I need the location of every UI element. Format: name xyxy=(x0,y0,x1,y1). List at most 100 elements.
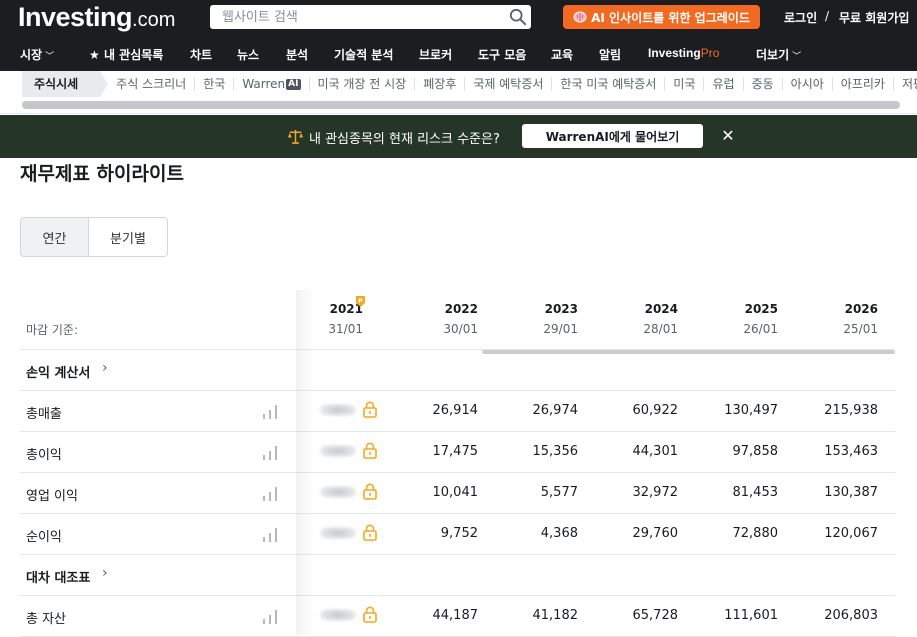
year-label: 2022 xyxy=(444,302,478,316)
nav-analysis[interactable]: 분석 xyxy=(286,46,308,63)
year-label: 2024 xyxy=(644,302,678,316)
nav-more-label: 더보기 xyxy=(756,48,790,62)
locked-value-blur xyxy=(320,404,356,416)
subtab-africa[interactable]: 아프리카 xyxy=(833,77,894,91)
chevron-down-icon: ﹀ xyxy=(45,52,55,62)
search-box xyxy=(210,5,531,29)
nav-technical[interactable]: 기술적 분석 xyxy=(334,46,393,63)
subtab-screener[interactable]: 주식 스크리너 xyxy=(100,77,196,91)
date-label: 25/01 xyxy=(843,322,878,336)
nav-more[interactable]: 더보기 ﹀ xyxy=(756,46,801,63)
cell-value: 44,187 xyxy=(432,608,479,623)
subtab-afterhours[interactable]: 폐장후 xyxy=(415,77,466,91)
subtab-stocks[interactable]: 주식시세 xyxy=(22,71,109,97)
ai-upgrade-button[interactable]: AI 인사이트를 위한 업그레이드 xyxy=(563,5,760,29)
row-label: 총 자산 xyxy=(26,612,67,627)
login-link[interactable]: 로그인 xyxy=(784,9,817,26)
ai-badge: AI xyxy=(286,78,301,90)
search-input[interactable] xyxy=(210,5,490,29)
nav-charts[interactable]: 차트 xyxy=(190,46,212,63)
subtab-warren[interactable]: Warren AI xyxy=(234,77,310,91)
scale-icon xyxy=(287,129,304,144)
table-row: 총매출 26,914 26,974 60,922 130,497 215,938 xyxy=(20,391,895,432)
sub-nav-scrollbar[interactable] xyxy=(22,101,900,109)
subtab-middle-east[interactable]: 중동 xyxy=(744,77,783,91)
cell-value: 65,728 xyxy=(632,608,679,623)
table-row: 영업 이익 10,041 5,577 32,972 81,453 130,387 xyxy=(20,473,895,514)
date-label: 29/01 xyxy=(543,322,578,336)
scrollbar-thumb[interactable] xyxy=(22,101,900,109)
chevron-right-icon: › xyxy=(102,565,108,581)
nav-markets-label: 시장 xyxy=(20,48,43,62)
nav-markets[interactable]: 시장 ﹀ xyxy=(20,46,54,63)
subtab-undervalued[interactable]: 저평가 xyxy=(894,77,917,91)
subtab-asia[interactable]: 아시아 xyxy=(783,77,833,91)
pro-icon[interactable]: P xyxy=(355,295,366,308)
cell-value: 153,463 xyxy=(824,444,878,459)
nav-news[interactable]: 뉴스 xyxy=(237,46,259,63)
locked-value-blur xyxy=(320,445,356,457)
sub-nav: 주식시세 주식 스크리너 한국 Warren AI 미국 개장 전 시장 폐장후 … xyxy=(0,71,917,114)
nav-education[interactable]: 교육 xyxy=(551,46,573,63)
cell-value: 130,497 xyxy=(724,403,778,418)
lock-icon[interactable] xyxy=(362,401,378,418)
lock-icon[interactable] xyxy=(362,606,378,623)
cell-value: 5,577 xyxy=(540,485,578,500)
cell-value: 111,601 xyxy=(724,608,778,623)
section-income-statement[interactable]: 손익 계산서 › xyxy=(20,350,895,391)
brain-icon xyxy=(573,11,587,23)
svg-text:P: P xyxy=(358,297,363,305)
quarterly-tab[interactable]: 분기별 xyxy=(89,218,167,256)
subtab-korea[interactable]: 한국 xyxy=(195,77,235,91)
subtab-kr-us-dr[interactable]: 한국 미국 예탁증서 xyxy=(552,77,666,91)
financials-table: 마감 기준: 2021 P 31/01 2022 30/01 2023 29/0… xyxy=(20,290,895,637)
nav-brokers[interactable]: 브로커 xyxy=(419,46,452,63)
cell-value: 15,356 xyxy=(532,444,579,459)
subtab-us[interactable]: 미국 xyxy=(665,77,705,91)
date-label: 31/01 xyxy=(328,322,363,336)
sub-nav-tabs: 주식시세 주식 스크리너 한국 Warren AI 미국 개장 전 시장 폐장후 … xyxy=(22,71,917,97)
cell-value: 44,301 xyxy=(632,444,679,459)
row-label: 총이익 xyxy=(26,448,62,463)
bar-chart-icon[interactable] xyxy=(262,486,278,501)
nav-alerts[interactable]: 알림 xyxy=(599,46,621,63)
cell-value: 130,387 xyxy=(824,485,878,500)
upgrade-label: AI 인사이트를 위한 업그레이드 xyxy=(591,10,750,25)
row-label: 총매출 xyxy=(26,407,62,422)
cell-value: 97,858 xyxy=(732,444,779,459)
main-nav: 시장 ﹀ ★ 내 관심목록 차트 뉴스 분석 기술적 분석 브로커 도구 모음 교… xyxy=(0,40,917,70)
lock-icon[interactable] xyxy=(362,442,378,459)
investing-logo[interactable]: Investing.com xyxy=(18,2,175,34)
date-label: 26/01 xyxy=(743,322,778,336)
risk-banner: 내 관심종목의 현재 리스크 수준은? WarrenAI에게 물어보기 ✕ xyxy=(0,115,917,158)
bar-chart-icon[interactable] xyxy=(262,527,278,542)
cell-value: 81,453 xyxy=(732,485,779,500)
signup-link[interactable]: 무료 회원가입 xyxy=(839,9,909,26)
annual-tab[interactable]: 연간 xyxy=(21,218,89,256)
nav-investingpro[interactable]: InvestingPro xyxy=(648,46,719,60)
close-icon[interactable]: ✕ xyxy=(720,126,736,146)
lock-icon[interactable] xyxy=(362,524,378,541)
bar-chart-icon[interactable] xyxy=(262,609,278,624)
lock-icon[interactable] xyxy=(362,483,378,500)
nav-tools[interactable]: 도구 모음 xyxy=(478,46,526,63)
subtab-us-premarket[interactable]: 미국 개장 전 시장 xyxy=(310,77,416,91)
column-header-2023: 2023 29/01 xyxy=(478,290,578,350)
cell-value: 32,972 xyxy=(632,485,679,500)
bar-chart-icon[interactable] xyxy=(262,404,278,419)
chevron-down-icon: ﹀ xyxy=(792,52,802,62)
bar-chart-icon[interactable] xyxy=(262,445,278,460)
cell-value: 206,803 xyxy=(824,608,878,623)
section-balance-sheet[interactable]: 대차 대조표 › xyxy=(20,555,895,596)
column-header-2021: 2021 P 31/01 xyxy=(263,290,366,350)
subtab-europe[interactable]: 유럽 xyxy=(704,77,744,91)
subtab-intl-dr[interactable]: 국제 예탁증서 xyxy=(465,77,553,91)
search-icon[interactable] xyxy=(509,8,527,26)
basis-label: 마감 기준: xyxy=(26,323,79,337)
star-icon: ★ xyxy=(89,48,100,62)
year-label: 2023 xyxy=(544,302,578,316)
ask-warrenai-button[interactable]: WarrenAI에게 물어보기 xyxy=(522,124,703,148)
date-label: 30/01 xyxy=(443,322,478,336)
nav-watchlist[interactable]: ★ 내 관심목록 xyxy=(89,46,163,63)
cell-value: 17,475 xyxy=(432,444,479,459)
